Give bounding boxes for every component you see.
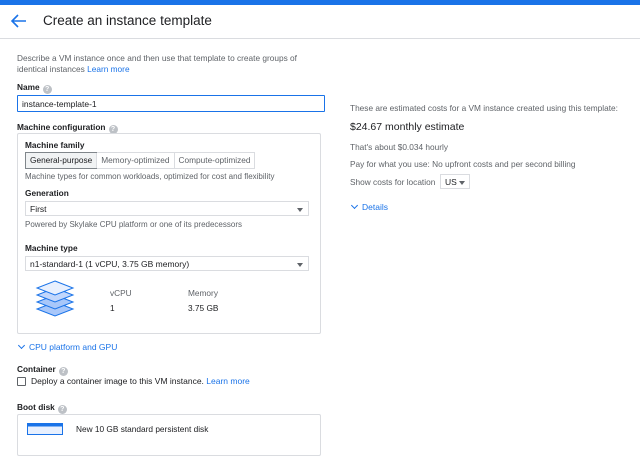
- pricing-intro: These are estimated costs for a VM insta…: [350, 103, 618, 113]
- container-checkbox[interactable]: [17, 377, 26, 386]
- dropdown-caret-icon: [297, 208, 303, 212]
- location-select[interactable]: US: [440, 174, 470, 189]
- billing-note: Pay for what you use: No upfront costs a…: [350, 159, 576, 169]
- memory-label: Memory: [188, 288, 218, 298]
- container-label: Container?: [17, 364, 68, 376]
- chevron-down-icon: [17, 341, 26, 350]
- boot-disk-label-text: Boot disk: [17, 402, 55, 412]
- boot-disk-panel: [17, 414, 321, 456]
- monthly-estimate: $24.67 monthly estimate: [350, 121, 465, 133]
- machine-config-label-text: Machine configuration: [17, 122, 106, 132]
- memory-value: 3.75 GB: [188, 303, 219, 313]
- machine-family-description: Machine types for common workloads, opti…: [25, 172, 275, 181]
- location-value: US: [445, 177, 457, 187]
- generation-description: Powered by Skylake CPU platform or one o…: [25, 220, 242, 229]
- intro-text: Describe a VM instance once and then use…: [17, 53, 297, 74]
- help-icon[interactable]: ?: [57, 405, 67, 414]
- tab-memory-optimized[interactable]: Memory-optimized: [96, 153, 173, 168]
- machine-stack-icon: [35, 280, 75, 317]
- container-checkbox-label: Deploy a container image to this VM inst…: [31, 376, 204, 386]
- intro-description: Describe a VM instance once and then use…: [17, 53, 317, 75]
- machine-family-label: Machine family: [25, 140, 85, 150]
- machine-type-select[interactable]: n1-standard-1 (1 vCPU, 3.75 GB memory): [25, 256, 309, 271]
- cpu-platform-expand-link[interactable]: CPU platform and GPU: [17, 341, 118, 352]
- intro-learn-more-link[interactable]: Learn more: [87, 64, 129, 74]
- generation-value: First: [30, 204, 47, 214]
- container-label-text: Container: [17, 364, 56, 374]
- hourly-estimate: That's about $0.034 hourly: [350, 142, 448, 152]
- dropdown-caret-icon: [297, 263, 303, 267]
- location-label: Show costs for location: [350, 177, 436, 187]
- disk-icon: [27, 423, 63, 435]
- container-learn-more-link[interactable]: Learn more: [206, 376, 249, 386]
- name-label: Name?: [17, 82, 52, 94]
- page-title: Create an instance template: [43, 13, 212, 28]
- machine-type-value: n1-standard-1 (1 vCPU, 3.75 GB memory): [30, 259, 190, 269]
- generation-label: Generation: [25, 188, 69, 198]
- back-arrow-icon[interactable]: [10, 13, 28, 29]
- name-input[interactable]: [17, 95, 325, 112]
- tab-general-purpose[interactable]: General-purpose: [25, 152, 98, 169]
- generation-select[interactable]: First: [25, 201, 309, 216]
- help-icon[interactable]: ?: [42, 85, 52, 94]
- help-icon[interactable]: ?: [58, 367, 68, 376]
- machine-family-tabs: General-purpose Memory-optimized Compute…: [25, 152, 256, 169]
- boot-disk-label: Boot disk?: [17, 402, 67, 414]
- details-expand-link[interactable]: Details: [350, 201, 388, 212]
- machine-type-label: Machine type: [25, 243, 78, 253]
- vcpu-label: vCPU: [110, 288, 132, 298]
- tab-compute-optimized[interactable]: Compute-optimized: [173, 153, 255, 168]
- dropdown-caret-icon: [459, 181, 465, 185]
- vcpu-value: 1: [110, 303, 115, 313]
- cpu-platform-text: CPU platform and GPU: [29, 342, 118, 352]
- container-option: Deploy a container image to this VM inst…: [31, 376, 250, 386]
- name-label-text: Name: [17, 82, 40, 92]
- details-text: Details: [362, 202, 388, 212]
- chevron-down-icon: [350, 201, 359, 210]
